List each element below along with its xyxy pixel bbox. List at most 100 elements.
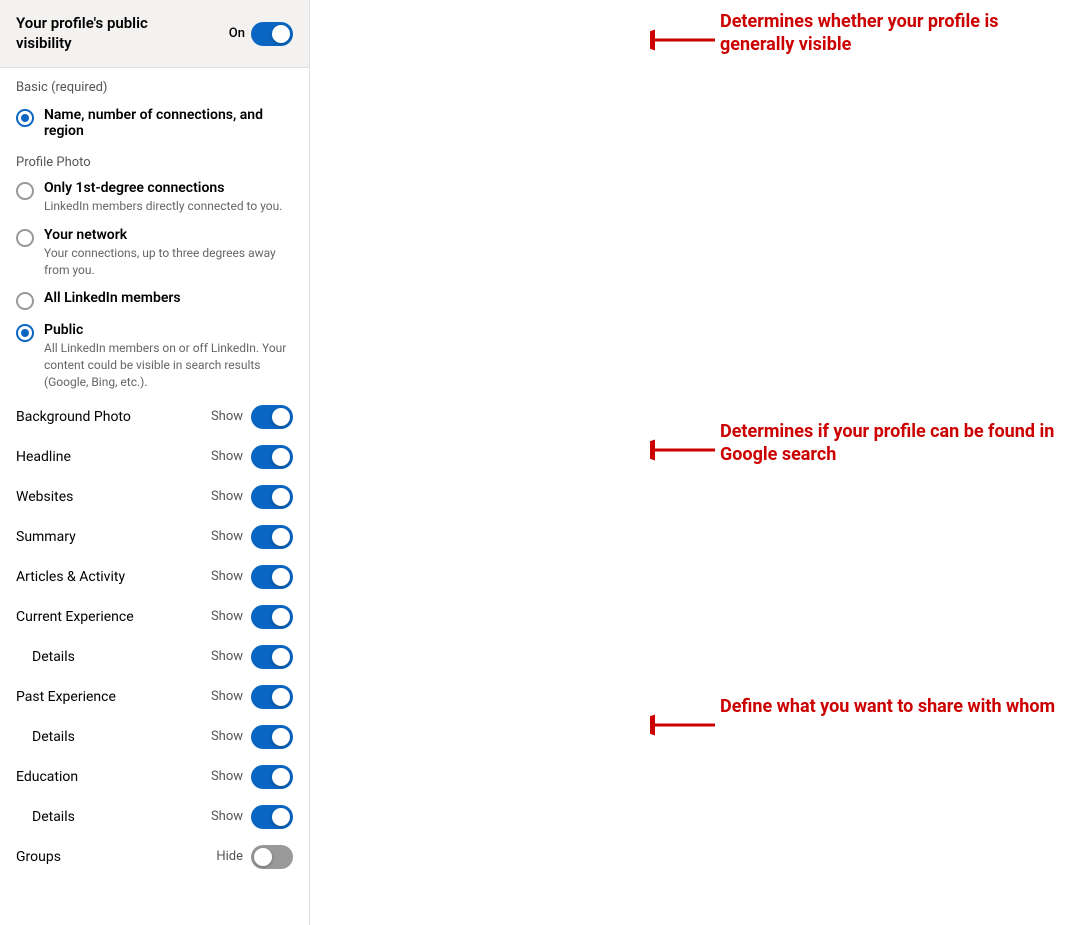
show-hide-label-headline: Show <box>211 449 243 464</box>
toggle-label-websites: Websites <box>16 489 73 505</box>
radio-item-all-linkedin[interactable]: All LinkedIn members <box>0 284 309 316</box>
toggle-row-past-experience: Past ExperienceShow <box>0 677 309 717</box>
toggle-right-articles-activity: Show <box>211 565 293 589</box>
toggle-articles-activity[interactable] <box>251 565 293 589</box>
toggle-background-photo[interactable] <box>251 405 293 429</box>
show-hide-label-current-experience-details: Show <box>211 649 243 664</box>
toggle-slider-groups <box>251 845 293 869</box>
radio-item-public[interactable]: Public All LinkedIn members on or off Li… <box>0 316 309 396</box>
toggle-groups[interactable] <box>251 845 293 869</box>
toggle-label-articles-activity: Articles & Activity <box>16 569 125 585</box>
toggle-label-headline: Headline <box>16 449 71 465</box>
radio-text-your-network: Your network Your connections, up to thr… <box>44 227 293 279</box>
toggle-slider-headline <box>251 445 293 469</box>
toggle-right-background-photo: Show <box>211 405 293 429</box>
radio-sub-first-degree: LinkedIn members directly connected to y… <box>44 198 282 215</box>
radio-sub-public: All LinkedIn members on or off LinkedIn.… <box>44 340 293 390</box>
radio-circle-name-connections <box>16 109 34 127</box>
toggle-education[interactable] <box>251 765 293 789</box>
toggle-past-experience-details[interactable] <box>251 725 293 749</box>
profile-visibility-title: Your profile's public visibility <box>16 14 196 53</box>
toggle-row-summary: SummaryShow <box>0 517 309 557</box>
toggle-row-headline: Headline Show <box>0 437 309 477</box>
toggle-slider-current-experience-details <box>251 645 293 669</box>
toggle-slider-past-experience-details <box>251 725 293 749</box>
toggle-label-current-experience: Current Experience <box>16 609 134 625</box>
right-panel: Determines whether your profile is gener… <box>310 0 1076 925</box>
show-hide-label-articles-activity: Show <box>211 569 243 584</box>
show-hide-label-websites: Show <box>211 489 243 504</box>
toggle-summary[interactable] <box>251 525 293 549</box>
toggle-slider-articles-activity <box>251 565 293 589</box>
annotation-visibility-text: Determines whether your profile is gener… <box>720 10 1076 57</box>
main-toggle-container: On <box>229 22 293 46</box>
profile-visibility-header: Your profile's public visibility On <box>0 0 309 68</box>
toggle-right-headline: Show <box>211 445 293 469</box>
toggle-row-groups: GroupsHide <box>0 837 309 877</box>
radio-label-your-network: Your network <box>44 227 293 243</box>
toggle-right-education: Show <box>211 765 293 789</box>
toggle-right-summary: Show <box>211 525 293 549</box>
radio-item-first-degree[interactable]: Only 1st-degree connections LinkedIn mem… <box>0 174 309 221</box>
toggle-right-current-experience-details: Show <box>211 645 293 669</box>
arrow-visibility <box>650 20 720 60</box>
main-toggle-label: On <box>229 26 245 41</box>
show-hide-label-past-experience: Show <box>211 689 243 704</box>
toggle-education-details[interactable] <box>251 805 293 829</box>
annotation-google: Determines if your profile can be found … <box>650 420 1076 470</box>
annotation-share-text: Define what you want to share with whom <box>720 695 1055 718</box>
profile-photo-section-label: Profile Photo <box>0 145 309 174</box>
radio-label-name-connections: Name, number of connections, and region <box>44 107 293 139</box>
toggle-label-education-details: Details <box>16 809 75 825</box>
toggle-label-past-experience-details: Details <box>16 729 75 745</box>
toggle-right-groups: Hide <box>216 845 293 869</box>
radio-sub-your-network: Your connections, up to three degrees aw… <box>44 245 293 279</box>
radio-label-all-linkedin: All LinkedIn members <box>44 290 181 306</box>
toggle-right-past-experience-details: Show <box>211 725 293 749</box>
toggle-slider-education <box>251 765 293 789</box>
toggle-right-education-details: Show <box>211 805 293 829</box>
toggle-websites[interactable] <box>251 485 293 509</box>
toggle-slider-websites <box>251 485 293 509</box>
toggle-right-current-experience: Show <box>211 605 293 629</box>
arrow-google <box>650 430 720 470</box>
show-hide-label-current-experience: Show <box>211 609 243 624</box>
radio-text-name-connections: Name, number of connections, and region <box>44 107 293 139</box>
show-hide-label-groups: Hide <box>216 849 243 864</box>
toggle-right-past-experience: Show <box>211 685 293 709</box>
toggle-label-background-photo: Background Photo <box>16 409 131 425</box>
toggle-slider-past-experience <box>251 685 293 709</box>
toggle-headline[interactable] <box>251 445 293 469</box>
toggle-slider-education-details <box>251 805 293 829</box>
show-hide-label-background-photo: Show <box>211 409 243 424</box>
toggle-row-past-experience-details: Details Show <box>0 717 309 757</box>
show-hide-label-summary: Show <box>211 529 243 544</box>
toggle-row-education: Education Show <box>0 757 309 797</box>
annotation-google-text: Determines if your profile can be found … <box>720 420 1076 467</box>
toggle-label-education: Education <box>16 769 78 785</box>
toggle-current-experience[interactable] <box>251 605 293 629</box>
toggle-right-websites: Show <box>211 485 293 509</box>
toggle-rows-container: Background Photo Show Headline Show Websites… <box>0 397 309 877</box>
show-hide-label-past-experience-details: Show <box>211 729 243 744</box>
radio-item-name-connections[interactable]: Name, number of connections, and region <box>0 101 309 145</box>
radio-item-your-network[interactable]: Your network Your connections, up to thr… <box>0 221 309 285</box>
toggle-slider-background-photo <box>251 405 293 429</box>
radio-text-all-linkedin: All LinkedIn members <box>44 290 181 306</box>
toggle-past-experience[interactable] <box>251 685 293 709</box>
toggle-current-experience-details[interactable] <box>251 645 293 669</box>
left-panel: Your profile's public visibility On Basi… <box>0 0 310 925</box>
basic-section-label: Basic (required) <box>0 68 309 101</box>
show-hide-label-education: Show <box>211 769 243 784</box>
annotation-visibility: Determines whether your profile is gener… <box>650 10 1076 60</box>
toggle-label-current-experience-details: Details <box>16 649 75 665</box>
main-toggle[interactable] <box>251 22 293 46</box>
toggle-row-current-experience-details: Details Show <box>0 637 309 677</box>
radio-circle-your-network <box>16 229 34 247</box>
toggle-row-background-photo: Background Photo Show <box>0 397 309 437</box>
toggle-slider-summary <box>251 525 293 549</box>
main-toggle-slider <box>251 22 293 46</box>
radio-label-public: Public <box>44 322 293 338</box>
toggle-row-current-experience: Current Experience Show <box>0 597 309 637</box>
radio-circle-all-linkedin <box>16 292 34 310</box>
